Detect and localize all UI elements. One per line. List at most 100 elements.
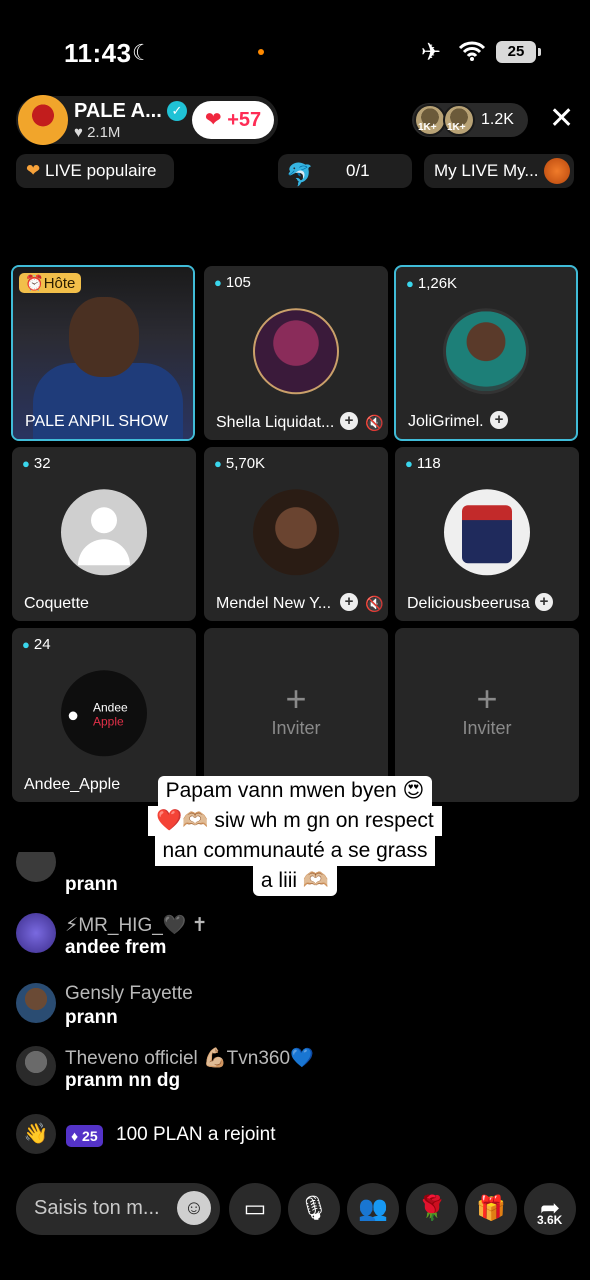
- host-name: PALE A...: [74, 100, 162, 122]
- diamond-icon: ♦: [71, 1128, 79, 1144]
- guest-tile[interactable]: 1,26K JoliGrimel. +: [394, 265, 578, 441]
- live-popular-label: LIVE populaire: [44, 161, 157, 180]
- guest-name: Deliciousbeerusa: [407, 595, 530, 612]
- invite-label: Inviter: [462, 718, 512, 738]
- follow-plus-icon[interactable]: +: [490, 411, 508, 429]
- invite-label: Inviter: [271, 718, 321, 738]
- commenter-avatar[interactable]: [16, 913, 56, 953]
- comment-text: pranm nn dg: [65, 1070, 181, 1091]
- microphone-button[interactable]: 🎙: [288, 1183, 340, 1235]
- guest-tile[interactable]: 5,70K Mendel New Y... + 🔇: [204, 447, 388, 621]
- comment-text: andee frem: [65, 937, 167, 958]
- goal-icon: 🐬: [286, 162, 314, 187]
- close-icon[interactable]: ✕: [549, 104, 574, 134]
- clock: 11:43: [64, 38, 132, 68]
- airplane-icon: ✈: [421, 39, 442, 66]
- status-bar: 11:43 ☾ ✈ 25: [0, 0, 590, 100]
- commenter-name: Theveno officiel 💪🏼Tvn360💙: [65, 1048, 314, 1069]
- host-face: [69, 297, 139, 377]
- commenter-avatar[interactable]: [16, 1046, 56, 1086]
- caption-line: Papam vann mwen byen 😍: [157, 776, 433, 806]
- guest-avatar: [253, 489, 339, 576]
- follow-plus-icon[interactable]: +: [535, 593, 553, 611]
- mic-muted-icon: 🔇: [365, 596, 384, 613]
- joined-text: 100 PLAN a rejoint: [116, 1124, 276, 1145]
- commenter-name: Gensly Fayette: [65, 983, 193, 1004]
- logo-text: Apple: [93, 714, 124, 729]
- wifi-icon: [458, 41, 486, 61]
- host-badge: ⏰Hôte: [19, 273, 82, 293]
- host-likes-count: 2.1M: [87, 124, 121, 141]
- rose-icon: 🌹: [417, 1195, 447, 1222]
- commenter-avatar[interactable]: [16, 983, 56, 1023]
- goal-value: 0/1: [346, 161, 370, 180]
- guest-tile[interactable]: 32 Coquette: [12, 447, 196, 621]
- comment-item[interactable]: ⚡MR_HIG_🖤 ✝ andee frem: [16, 913, 416, 963]
- guest-name: PALE ANPIL SHOW: [25, 413, 169, 430]
- alarm-icon: ⏰: [25, 275, 44, 292]
- comment-text: prann: [65, 874, 118, 895]
- follow-plus-icon[interactable]: +: [340, 412, 358, 430]
- verified-icon: ✓: [167, 101, 187, 121]
- guest-tile[interactable]: 105 Shella Liquidat... + 🔇: [204, 266, 388, 440]
- guest-name: Shella Liquidat...: [216, 414, 335, 431]
- guest-viewer-count: 24: [22, 636, 51, 653]
- follow-plus-icon[interactable]: +: [340, 593, 358, 611]
- follow-hearts-button[interactable]: ❤ +57: [192, 101, 274, 139]
- plus-icon: +: [476, 678, 498, 719]
- logo-text: Andee: [93, 700, 128, 715]
- guest-viewer-count: 5,70K: [214, 455, 265, 472]
- comment-item[interactable]: Gensly Fayette prann: [16, 983, 416, 1033]
- camera-off-icon: ▭: [243, 1195, 267, 1222]
- rose-gift-button[interactable]: 🌹: [406, 1183, 458, 1235]
- battery-icon: 25: [496, 41, 541, 63]
- emoji-icon[interactable]: ☺: [177, 1191, 211, 1225]
- mic-muted-icon: 🔇: [365, 415, 384, 432]
- live-popular-pill[interactable]: ❤ LIVE populaire: [16, 154, 174, 188]
- guest-name: Andee_Apple: [24, 776, 121, 793]
- host-likes: ♥ 2.1M: [74, 124, 120, 141]
- host-avatar[interactable]: [18, 95, 68, 145]
- commenter-avatar[interactable]: [16, 852, 56, 882]
- guest-tile[interactable]: 118 Deliciousbeerusa +: [395, 447, 579, 621]
- my-live-pill[interactable]: My LIVE My...: [424, 154, 574, 188]
- viewer-count: 1.2K: [481, 111, 514, 128]
- share-button[interactable]: ➦: [524, 1183, 576, 1235]
- hearts-count: +57: [227, 109, 262, 131]
- wave-icon: 👋: [16, 1114, 56, 1154]
- level-badge: ♦ 25: [66, 1125, 103, 1147]
- default-avatar-icon: [61, 489, 147, 576]
- guest-viewer-count: 32: [22, 455, 51, 472]
- camera-off-button[interactable]: ▭: [229, 1183, 281, 1235]
- recording-dot: [258, 49, 264, 55]
- heart-icon: ❤: [204, 109, 222, 131]
- my-live-label: My LIVE My...: [434, 161, 539, 180]
- guest-avatar: [443, 308, 529, 395]
- comment-item[interactable]: Theveno officiel 💪🏼Tvn360💙 pranm nn dg: [16, 1046, 436, 1096]
- basketball-icon: [544, 158, 570, 184]
- viewer-badge: 1K+: [418, 122, 437, 133]
- guest-name: Mendel New Y...: [216, 595, 332, 612]
- guests-button[interactable]: 👥: [347, 1183, 399, 1235]
- guest-avatar: ● Andee Apple: [61, 670, 147, 757]
- comment-text: prann: [65, 1007, 118, 1028]
- guest-name: Coquette: [24, 595, 89, 612]
- moon-icon: ☾: [132, 40, 152, 65]
- apple-logo-icon: ●: [67, 704, 80, 727]
- gift-icon: 🎁: [476, 1195, 506, 1222]
- gift-button[interactable]: 🎁: [465, 1183, 517, 1235]
- caption-line: ❤️🫶🏼 siw wh m gn on respect: [148, 806, 442, 836]
- share-count: 3.6K: [537, 1213, 563, 1227]
- goal-pill[interactable]: 🐬 0/1: [278, 154, 412, 188]
- guest-avatar: [253, 308, 339, 395]
- broken-heart-icon: ❤: [26, 161, 41, 180]
- guests-icon: 👥: [358, 1195, 388, 1222]
- host-badge-label: Hôte: [43, 275, 76, 292]
- guest-tile-host[interactable]: ⏰Hôte PALE ANPIL SHOW: [11, 265, 195, 441]
- microphone-icon: 🎙: [298, 1195, 330, 1222]
- guest-viewer-count: 1,26K: [406, 275, 457, 292]
- viewer-badge: 1K+: [447, 122, 466, 133]
- comment-item[interactable]: prann: [16, 852, 316, 896]
- comment-input-placeholder: Saisis ton m...: [34, 1197, 160, 1219]
- heart-outline-icon: ♥: [74, 124, 88, 141]
